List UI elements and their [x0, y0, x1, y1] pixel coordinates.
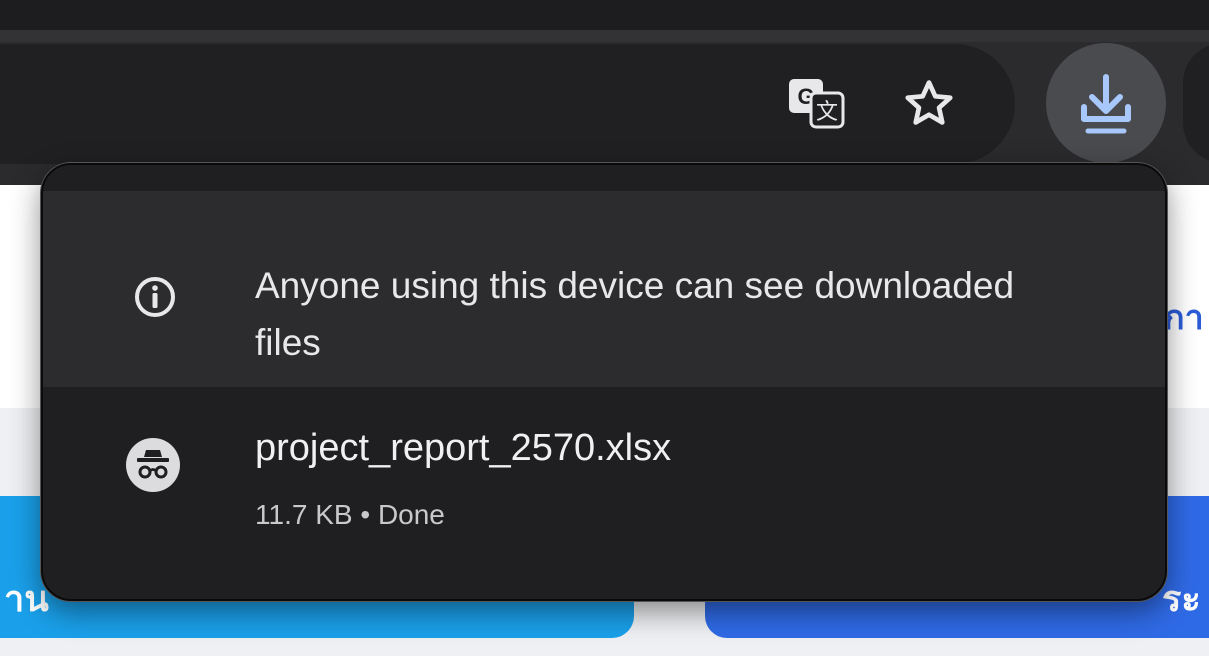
translate-icon[interactable]: G 文 [780, 68, 852, 140]
meta-separator: • [360, 499, 371, 530]
page-text-fragment: กา [1164, 299, 1204, 337]
notice-text: Anyone using this device can see downloa… [255, 265, 1015, 363]
downloads-popup: Anyone using this device can see downloa… [41, 163, 1167, 601]
download-button[interactable] [1046, 43, 1166, 163]
address-bar[interactable] [0, 44, 1015, 164]
info-icon [135, 277, 175, 317]
bookmark-star-icon[interactable] [893, 68, 965, 140]
svg-text:文: 文 [816, 100, 838, 125]
right-card-text: ระ [1162, 578, 1201, 619]
download-size: 11.7 KB [255, 499, 353, 530]
download-meta: 11.7 KB • Done [255, 499, 445, 531]
incognito-icon [126, 438, 180, 492]
download-icon [1081, 74, 1131, 134]
download-status: Done [377, 499, 445, 530]
tab-strip [0, 0, 1209, 30]
incognito-notice: Anyone using this device can see downloa… [43, 191, 1165, 387]
download-filename[interactable]: project_report_2570.xlsx [255, 427, 671, 470]
toolbar-top-line [0, 30, 1209, 42]
